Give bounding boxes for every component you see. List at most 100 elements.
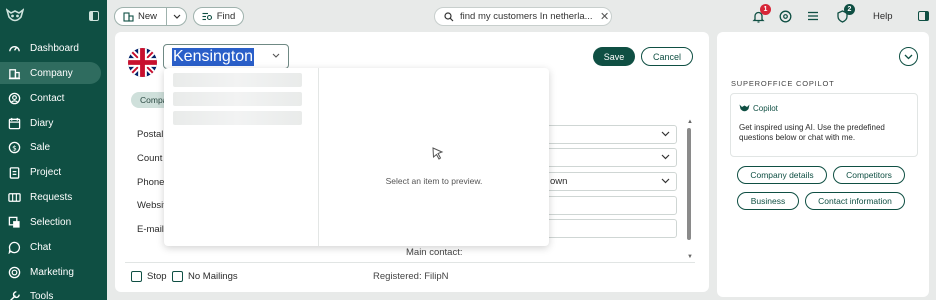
- superoffice-owl-logo[interactable]: [6, 8, 24, 24]
- main-contact-label: Main contact:: [406, 247, 463, 258]
- help-link[interactable]: Help: [873, 11, 893, 22]
- stop-checkbox[interactable]: [131, 271, 142, 282]
- copilot-intro-card: Copilot Get inspired using AI. Use the p…: [730, 93, 918, 157]
- phone-label: Phone: [137, 177, 165, 188]
- sidebar-item-label: Selection: [30, 216, 72, 228]
- phone-type-select[interactable]: own: [545, 172, 677, 191]
- preview-placeholder-text: Select an item to preview.: [385, 176, 483, 186]
- new-button[interactable]: New: [115, 8, 167, 25]
- sidebar-item-selection[interactable]: Selection: [0, 211, 101, 233]
- copilot-panel: SUPEROFFICE COPILOT Copilot Get inspired…: [717, 32, 929, 297]
- save-button[interactable]: Save: [593, 47, 635, 66]
- website-input[interactable]: [545, 196, 677, 215]
- chat-icon: [7, 240, 21, 254]
- website-label: Websit: [137, 200, 166, 211]
- email-input[interactable]: [545, 219, 677, 238]
- sidebar-item-label: Contact: [30, 92, 65, 104]
- notifications-badge: 1: [760, 4, 771, 15]
- diary-icon: [7, 116, 21, 130]
- top-bar: New Find find my customers In netherla..…: [107, 0, 936, 32]
- sidebar-item-sale[interactable]: $ Sale: [0, 136, 101, 158]
- sidebar-item-label: Marketing: [30, 266, 74, 278]
- form-scrollbar[interactable]: [687, 128, 691, 240]
- prompt-chip-company-details[interactable]: Company details: [737, 166, 827, 184]
- chevron-down-icon: [173, 14, 180, 19]
- search-input[interactable]: find my customers In netherla... ✕: [434, 7, 612, 26]
- prompt-chip-business[interactable]: Business: [737, 192, 799, 210]
- sidebar-item-label: Requests: [30, 191, 73, 203]
- notifications-button[interactable]: 1: [751, 4, 771, 23]
- copilot-logo-icon: [739, 104, 750, 112]
- sidebar-item-label: Company: [30, 67, 73, 79]
- menu-button[interactable]: [806, 9, 820, 23]
- requests-icon: [7, 190, 21, 204]
- sidebar-item-label: Project: [30, 166, 62, 178]
- sidebar-item-project[interactable]: Project: [0, 161, 101, 183]
- sidebar-item-label: Chat: [30, 241, 52, 253]
- contact-icon: [7, 91, 21, 105]
- copilot-chat-button[interactable]: 2: [835, 4, 855, 23]
- find-icon: [202, 12, 212, 21]
- postal-label: Postal: [137, 129, 164, 140]
- scroll-down-arrow[interactable]: ▼: [687, 254, 693, 260]
- sidebar-collapse-icon[interactable]: [89, 11, 99, 21]
- find-button-label: Find: [216, 11, 236, 22]
- sidebar-item-tools[interactable]: Tools: [0, 285, 101, 300]
- chat-badge: 2: [844, 4, 855, 15]
- cursor-pointer-icon: [432, 147, 444, 160]
- chevron-down-icon: [904, 54, 913, 59]
- postal-select[interactable]: [545, 125, 677, 144]
- chevron-down-icon: [661, 154, 670, 160]
- sidebar-item-contact[interactable]: Contact: [0, 87, 101, 109]
- new-button-label: New: [138, 11, 158, 22]
- new-dropdown-button[interactable]: [167, 14, 186, 19]
- prompt-chip-contact-information[interactable]: Contact information: [805, 192, 905, 210]
- sidebar-item-requests[interactable]: Requests: [0, 186, 101, 208]
- user-circle-icon: [779, 10, 791, 22]
- phone-type-value: own: [550, 176, 568, 187]
- find-button[interactable]: Find: [193, 7, 244, 26]
- chevron-down-icon: [661, 178, 670, 184]
- company-name-suggestions-dropdown: Select an item to preview.: [164, 68, 549, 246]
- selection-icon: [7, 215, 21, 229]
- marketing-icon: [7, 265, 21, 279]
- collapse-panel-button[interactable]: [899, 47, 918, 66]
- sidebar-item-label: Diary: [30, 117, 54, 129]
- new-record-icon: [123, 11, 134, 22]
- user-button[interactable]: [778, 9, 792, 23]
- chevron-down-icon: [661, 131, 670, 137]
- dashboard-icon: [7, 41, 21, 55]
- project-icon: [7, 165, 21, 179]
- menu-icon: [808, 11, 818, 21]
- copilot-title: SUPEROFFICE COPILOT: [731, 79, 835, 88]
- sidebar-item-chat[interactable]: Chat: [0, 236, 101, 258]
- copilot-brand-label: Copilot: [753, 104, 778, 113]
- search-icon: [444, 11, 454, 21]
- right-panel-toggle-icon[interactable]: [918, 11, 929, 21]
- prompt-chip-competitors[interactable]: Competitors: [833, 166, 905, 184]
- chevron-down-icon[interactable]: [272, 53, 280, 58]
- email-label: E-mail: [137, 224, 164, 235]
- sidebar-item-dashboard[interactable]: Dashboard: [0, 37, 101, 59]
- sidebar-item-company[interactable]: Company: [0, 62, 101, 84]
- tools-icon: [7, 289, 21, 300]
- clear-search-icon[interactable]: ✕: [600, 10, 609, 23]
- sidebar-item-label: Dashboard: [30, 42, 79, 54]
- sidebar-item-label: Tools: [30, 290, 54, 300]
- sidebar-item-marketing[interactable]: Marketing: [0, 261, 101, 283]
- loading-placeholder-row: [173, 92, 302, 106]
- registered-info: Registered: FilipN: [373, 271, 449, 282]
- sidebar-item-label: Sale: [30, 141, 51, 153]
- svg-text:$: $: [12, 143, 17, 152]
- no-mailings-checkbox[interactable]: [172, 271, 183, 282]
- loading-placeholder-row: [173, 111, 302, 125]
- sidebar: Dashboard Company Contact Diary $ Sale P…: [0, 0, 107, 300]
- cancel-button[interactable]: Cancel: [641, 47, 693, 66]
- suggestions-list: [164, 68, 319, 246]
- sidebar-item-diary[interactable]: Diary: [0, 112, 101, 134]
- scroll-up-arrow[interactable]: ▲: [687, 119, 693, 125]
- country-select[interactable]: [545, 148, 677, 167]
- no-mailings-label: No Mailings: [188, 271, 238, 282]
- stop-label: Stop: [147, 271, 167, 282]
- company-name-input[interactable]: Kensington: [163, 44, 289, 69]
